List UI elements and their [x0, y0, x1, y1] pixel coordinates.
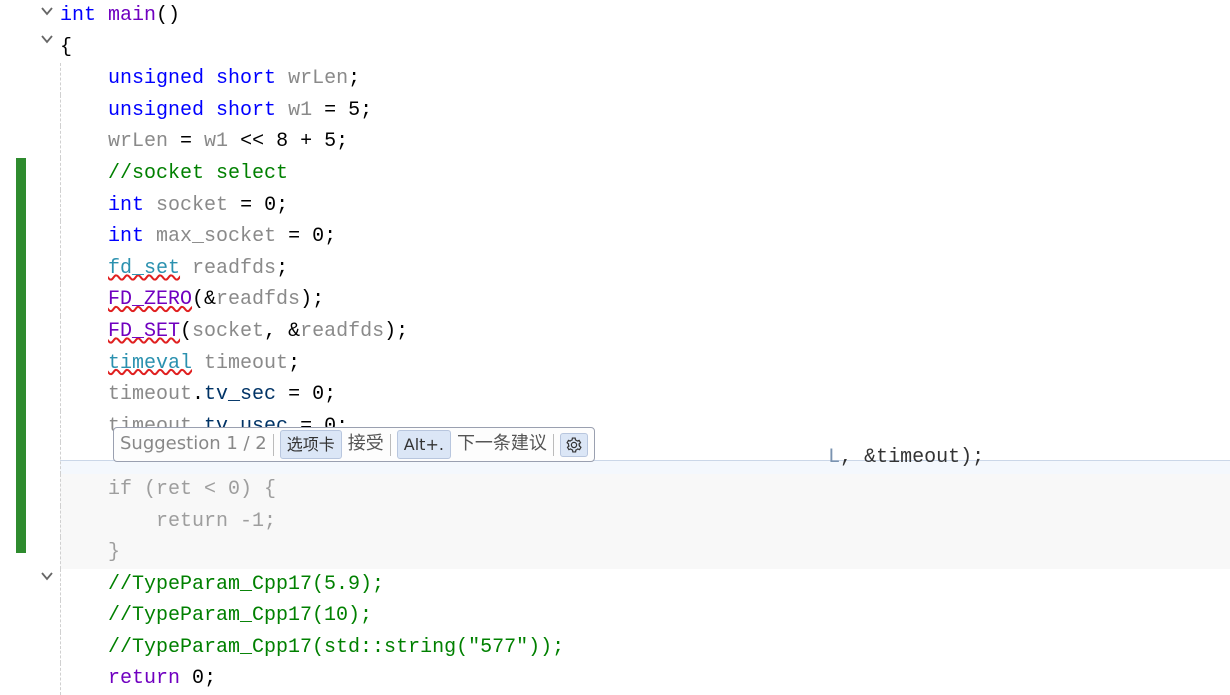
code-line[interactable]: unsigned short wrLen;: [60, 63, 1230, 95]
suggestion-toolbar[interactable]: Suggestion 1 / 2 选项卡 接受 Alt+. 下一条建议: [113, 427, 595, 462]
code-line[interactable]: //socket select: [60, 158, 1230, 190]
chevron-down-icon[interactable]: [40, 32, 54, 46]
separator: [273, 434, 274, 456]
code-line[interactable]: int main(): [60, 0, 1230, 32]
code-line[interactable]: unsigned short w1 = 5;: [60, 95, 1230, 127]
gear-icon: [565, 436, 583, 454]
chevron-down-icon[interactable]: [40, 4, 54, 18]
tab-key-hint: 选项卡: [280, 430, 342, 459]
chevron-down-icon[interactable]: [40, 569, 54, 583]
next-suggestion-label[interactable]: 下一条建议: [457, 430, 547, 458]
ghost-suggestion-line: if (ret < 0) {: [60, 474, 1230, 506]
ghost-suggestion-line: }: [60, 537, 1230, 569]
separator: [390, 434, 391, 456]
code-editor[interactable]: int main() { unsigned short wrLen; unsig…: [0, 0, 1230, 695]
separator: [553, 434, 554, 456]
code-line[interactable]: FD_ZERO(&readfds);: [60, 284, 1230, 316]
code-line[interactable]: FD_SET(socket, &readfds);: [60, 316, 1230, 348]
code-line[interactable]: return 0;: [60, 663, 1230, 695]
ghost-suggestion-line: return -1;: [60, 506, 1230, 538]
code-line[interactable]: int socket = 0;: [60, 190, 1230, 222]
code-line[interactable]: fd_set readfds;: [60, 253, 1230, 285]
code-line[interactable]: int max_socket = 0;: [60, 221, 1230, 253]
code-line[interactable]: //TypeParam_Cpp17(10);: [60, 600, 1230, 632]
code-line[interactable]: //TypeParam_Cpp17(5.9);: [60, 569, 1230, 601]
suggestion-counter: Suggestion 1 / 2: [120, 430, 267, 458]
suggestion-settings-button[interactable]: [560, 433, 588, 457]
code-line[interactable]: wrLen = w1 << 8 + 5;: [60, 126, 1230, 158]
code-line[interactable]: timeval timeout;: [60, 348, 1230, 380]
code-line[interactable]: //TypeParam_Cpp17(std::string("577"));: [60, 632, 1230, 664]
accept-label[interactable]: 接受: [348, 430, 384, 458]
alt-key-hint: Alt+.: [397, 430, 451, 459]
gutter-change-marker: [16, 158, 26, 553]
code-line[interactable]: {: [60, 32, 1230, 64]
code-line[interactable]: timeout.tv_sec = 0;: [60, 379, 1230, 411]
